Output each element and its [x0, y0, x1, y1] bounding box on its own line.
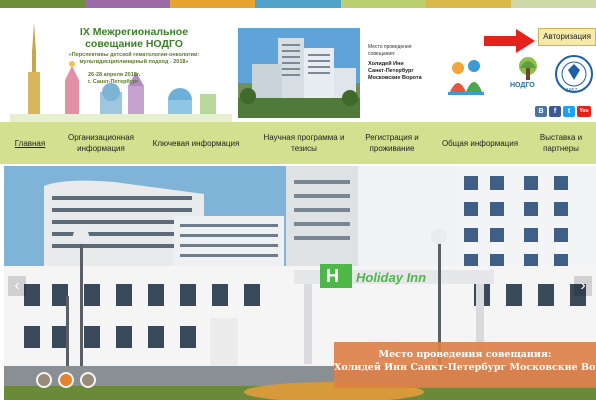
- nav-item-home-label: Главная: [14, 138, 46, 148]
- venue-label-line2: совещания:: [368, 51, 396, 57]
- hotel-thumbnail-image: [238, 28, 360, 118]
- nav-label-line2: партнеры: [543, 144, 579, 153]
- nav-item-scientific-program[interactable]: Научная программа и тезисы: [254, 122, 354, 164]
- venue-name-line3: Московские Ворота: [368, 75, 422, 81]
- nav-item-general-info[interactable]: Общая информация: [434, 122, 526, 164]
- nav-item-organizational-info[interactable]: Организационная информация: [58, 122, 144, 164]
- slider-prev-button[interactable]: ‹: [8, 276, 26, 296]
- slider-dot[interactable]: [36, 372, 52, 388]
- svg-text:H: H: [326, 266, 339, 286]
- nav-label: Ключевая информация: [152, 138, 240, 148]
- children-foundation-logo-icon: [448, 60, 484, 95]
- nav-item-key-info[interactable]: Ключевая информация: [148, 122, 244, 164]
- nav-label-line2: информация: [77, 144, 125, 153]
- conference-title-line2: совещание НОДГО: [85, 38, 183, 50]
- main-nav: Главная Организационная информация Ключе…: [0, 122, 596, 164]
- conference-date: 26-28 апреля 2018г. г. Санкт-Петербург: [88, 72, 208, 86]
- top-color-stripe: [0, 0, 596, 8]
- venue-label-line1: Место проведения: [368, 44, 412, 50]
- partner-logos: НОДГО 1957: [446, 52, 596, 102]
- slider-dot[interactable]: [58, 372, 74, 388]
- twitter-icon[interactable]: t: [563, 106, 575, 117]
- nav-label-line1: Регистрация и: [365, 133, 419, 142]
- conference-logo[interactable]: IX Межрегиональное совещание НОДГО «Перс…: [10, 22, 232, 122]
- seal-year: 1957: [566, 88, 578, 94]
- university-seal-icon: [555, 55, 593, 93]
- site-header: IX Межрегиональное совещание НОДГО «Перс…: [0, 8, 596, 122]
- facebook-icon[interactable]: f: [549, 106, 561, 117]
- hero-slider[interactable]: H Holiday Inn ‹ › Место проведения совещ…: [4, 166, 596, 400]
- nav-label-line1: Организационная: [68, 133, 134, 142]
- hero-caption-title: Место проведения совещания:: [378, 349, 552, 360]
- hotel-thumbnail[interactable]: [238, 28, 360, 118]
- nav-item-home[interactable]: Главная: [10, 122, 50, 164]
- slider-dots: [36, 372, 96, 388]
- auth-button[interactable]: Авторизация: [538, 28, 596, 46]
- conference-title-line1: IX Межрегиональное: [79, 26, 189, 38]
- nav-label-line1: Научная программа и: [263, 133, 345, 142]
- nav-item-exhibition[interactable]: Выставка и партнеры: [530, 122, 592, 164]
- nodgo-logo-icon: [519, 57, 537, 80]
- conference-city: г. Санкт-Петербург: [88, 79, 139, 85]
- venue-name-line2: Санкт-Петербург: [368, 68, 414, 74]
- hotel-sign-text: Holiday Inn: [356, 270, 426, 285]
- nav-label-line2: проживание: [369, 144, 415, 153]
- red-arrow-icon: [484, 29, 535, 53]
- conference-title: IX Межрегиональное совещание НОДГО: [50, 26, 218, 50]
- hero-caption-venue: Холидей Инн Санкт-Петербург Московские В…: [334, 362, 596, 373]
- vk-icon[interactable]: В: [535, 106, 547, 117]
- slider-next-button[interactable]: ›: [574, 276, 592, 296]
- nav-label: Общая информация: [441, 138, 519, 148]
- nav-label-line2: тезисы: [291, 144, 317, 153]
- nav-label-line1: Выставка и: [539, 133, 583, 142]
- nav-item-registration[interactable]: Регистрация и проживание: [356, 122, 428, 164]
- youtube-icon[interactable]: You: [577, 106, 591, 117]
- slider-dot[interactable]: [80, 372, 96, 388]
- hero-caption: Место проведения совещания: Холидей Инн …: [334, 342, 596, 388]
- venue-info: Место проведения совещания: Холидей Инн …: [368, 44, 458, 82]
- conference-date-line1: 26-28 апреля 2018г.: [88, 72, 141, 78]
- partner-logos-graphic: [448, 55, 593, 95]
- nodgo-logo-label: НОДГО: [510, 82, 535, 89]
- venue-name-line1: Холидей Инн: [368, 61, 404, 67]
- conference-subtitle: «Перспективы детской гематологии-онколог…: [68, 52, 200, 65]
- social-links: В f t You: [535, 106, 591, 117]
